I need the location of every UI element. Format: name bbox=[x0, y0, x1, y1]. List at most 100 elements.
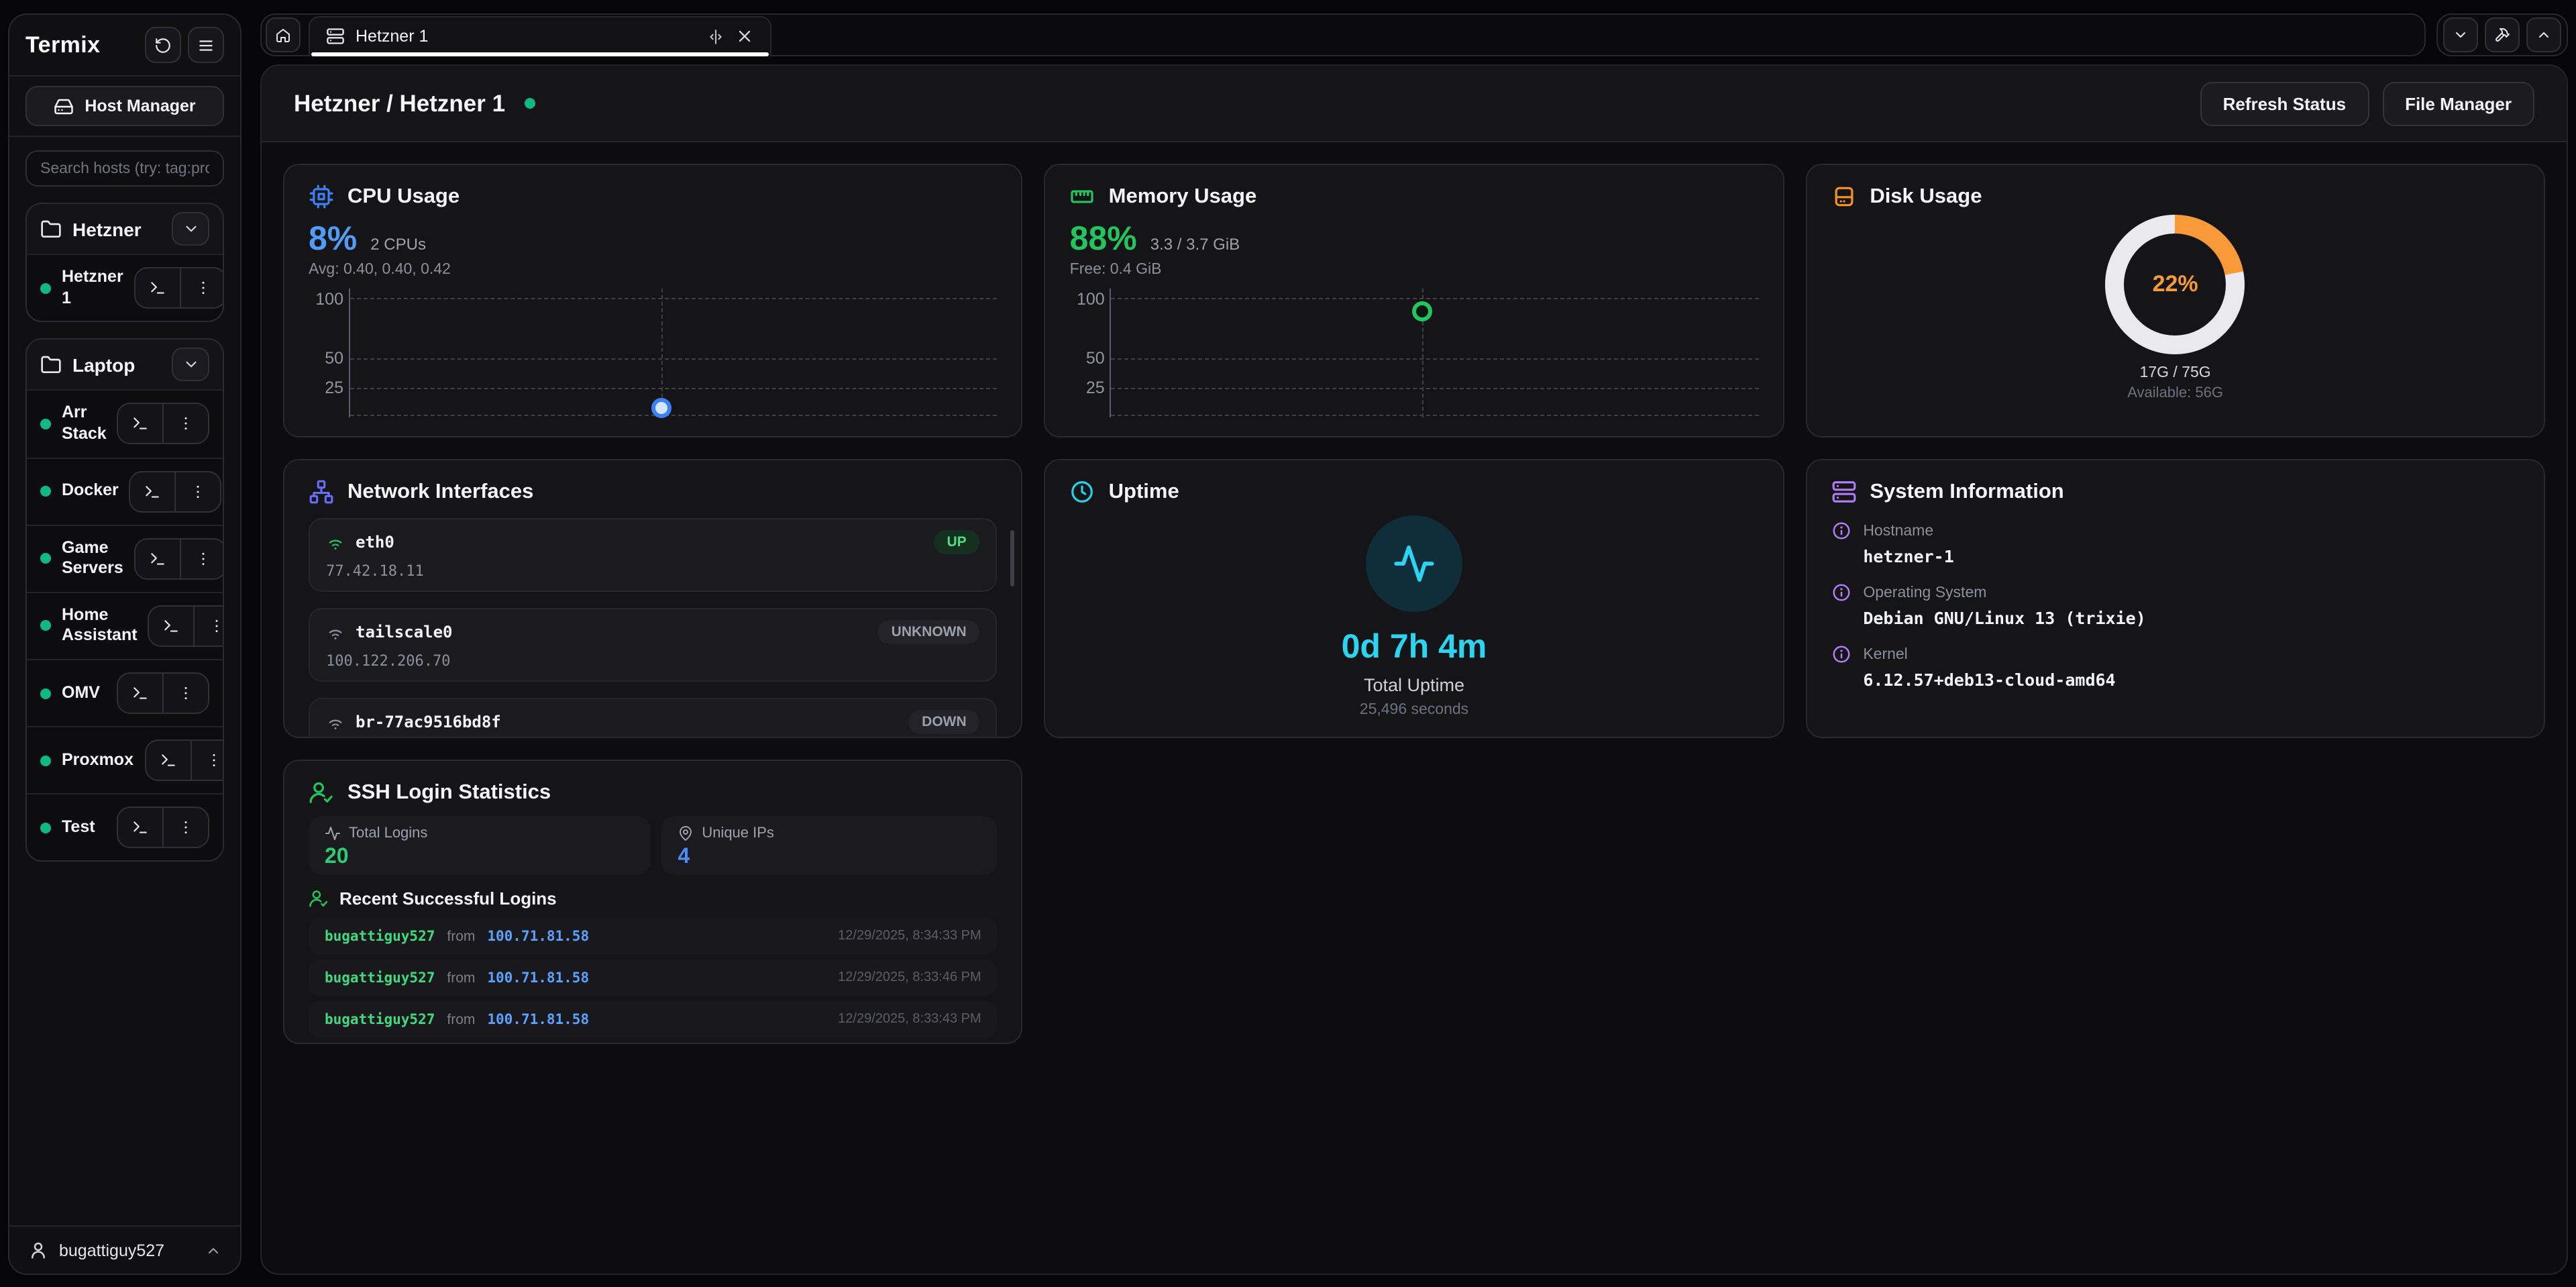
login-user: bugattiguy527 bbox=[325, 1011, 435, 1027]
host-terminal-button[interactable] bbox=[119, 405, 163, 444]
group-collapse-button[interactable] bbox=[172, 348, 209, 382]
cpu-icon bbox=[309, 184, 334, 209]
gridline bbox=[1112, 415, 1759, 416]
breadcrumb: Hetzner / Hetzner 1 bbox=[294, 89, 505, 117]
y-tick: 50 bbox=[325, 349, 343, 368]
sysinfo-value: Debian GNU/Linux 13 (trixie) bbox=[1863, 608, 2520, 628]
host-row[interactable]: Docker bbox=[27, 457, 223, 524]
host-actions bbox=[117, 807, 209, 848]
search-input[interactable] bbox=[25, 150, 224, 187]
interface-ip: 77.42.18.11 bbox=[326, 562, 980, 580]
group-name: Laptop bbox=[72, 354, 161, 376]
user-menu[interactable]: bugattiguy527 bbox=[9, 1225, 240, 1274]
login-from-label: from bbox=[447, 970, 475, 986]
host-actions bbox=[148, 605, 224, 647]
uptime-label: Total Uptime bbox=[1364, 675, 1464, 695]
wifi-icon bbox=[326, 623, 345, 641]
group-header[interactable]: Laptop bbox=[27, 340, 223, 390]
host-menu-button[interactable] bbox=[164, 674, 208, 713]
interface-row[interactable]: br-77ac9516bd8f DOWN 172.22.0.1 bbox=[309, 698, 998, 738]
host-name: Docker bbox=[62, 480, 119, 501]
host-terminal-button[interactable] bbox=[118, 808, 162, 847]
activity-icon bbox=[1393, 542, 1436, 585]
host-terminal-button[interactable] bbox=[136, 539, 180, 578]
interface-name: br-77ac9516bd8f bbox=[356, 713, 898, 731]
split-pane-button[interactable] bbox=[707, 28, 724, 45]
host-row[interactable]: Hetzner 1 bbox=[27, 254, 223, 321]
host-terminal-button[interactable] bbox=[150, 607, 194, 646]
uptime-value: 0d 7h 4m bbox=[1342, 628, 1487, 667]
terminal-icon bbox=[131, 819, 149, 836]
terminal-icon bbox=[149, 550, 166, 567]
login-from-label: from bbox=[447, 1011, 475, 1027]
login-user: bugattiguy527 bbox=[325, 928, 435, 944]
host-menu-button[interactable] bbox=[191, 741, 224, 780]
login-ip: 100.71.81.58 bbox=[487, 1011, 589, 1027]
host-terminal-button[interactable] bbox=[146, 741, 190, 780]
host-menu-button[interactable] bbox=[181, 539, 224, 578]
interface-ip: 100.122.206.70 bbox=[326, 652, 980, 670]
sidebar: Termix Host Manager Hetzner bbox=[8, 13, 241, 1275]
chevron-down-icon bbox=[2453, 25, 2469, 44]
server-icon bbox=[326, 27, 345, 46]
host-row[interactable]: Arr Stack bbox=[27, 390, 223, 458]
group-header[interactable]: Hetzner bbox=[27, 204, 223, 254]
host-row[interactable]: Game Servers bbox=[27, 524, 223, 592]
login-ip: 100.71.81.58 bbox=[487, 928, 589, 944]
host-menu-button[interactable] bbox=[195, 607, 224, 646]
tab-hetzner-1[interactable]: Hetzner 1 bbox=[309, 15, 771, 56]
memory-usage-card: Memory Usage 88% 3.3 / 3.7 GiB Free: 0.4… bbox=[1044, 164, 1784, 437]
host-group-hetzner: Hetzner Hetzner 1 bbox=[25, 203, 224, 323]
gridline bbox=[1112, 388, 1759, 389]
scrollbar-thumb[interactable] bbox=[1011, 530, 1015, 586]
stat-label: Unique IPs bbox=[702, 825, 774, 841]
host-terminal-button[interactable] bbox=[118, 674, 162, 713]
uptime-card: Uptime 0d 7h 4m Total Uptime 25,496 seco… bbox=[1044, 459, 1784, 738]
sysinfo-value: hetzner-1 bbox=[1863, 546, 2520, 566]
host-row[interactable]: OMV bbox=[27, 659, 223, 726]
host-name: Home Assistant bbox=[62, 605, 138, 648]
host-menu-button[interactable] bbox=[164, 808, 208, 847]
card-title: CPU Usage bbox=[347, 185, 460, 209]
tools-button[interactable] bbox=[2485, 17, 2520, 52]
host-manager-button[interactable]: Host Manager bbox=[25, 86, 224, 126]
username: bugattiguy527 bbox=[59, 1241, 195, 1259]
login-row: bugattiguy527 from 100.71.81.58 12/29/20… bbox=[309, 918, 998, 954]
status-badge: UP bbox=[933, 530, 979, 554]
interface-row[interactable]: eth0 UP 77.42.18.11 bbox=[309, 518, 998, 592]
host-row[interactable]: Home Assistant bbox=[27, 592, 223, 660]
login-from-label: from bbox=[447, 928, 475, 944]
host-menu-button[interactable] bbox=[176, 472, 221, 511]
host-terminal-button[interactable] bbox=[131, 472, 175, 511]
file-manager-button[interactable]: File Manager bbox=[2382, 81, 2534, 125]
split-icon bbox=[707, 28, 724, 45]
host-row[interactable]: Test bbox=[27, 793, 223, 860]
host-menu-button[interactable] bbox=[164, 405, 209, 444]
more-vertical-icon bbox=[205, 752, 222, 769]
interface-row[interactable]: tailscale0 UNKNOWN 100.122.206.70 bbox=[309, 608, 998, 682]
tab-close-button[interactable] bbox=[735, 27, 754, 46]
uptime-seconds: 25,496 seconds bbox=[1360, 702, 1468, 718]
terminal-icon bbox=[163, 617, 180, 635]
disk-percent: 22% bbox=[2153, 271, 2198, 298]
home-button[interactable] bbox=[266, 17, 301, 52]
sidebar-menu-button[interactable] bbox=[188, 27, 224, 63]
chevron-down-icon bbox=[182, 220, 199, 238]
host-status-dot bbox=[40, 553, 51, 564]
terminal-icon bbox=[149, 279, 166, 297]
expand-button[interactable] bbox=[2526, 17, 2561, 52]
host-actions bbox=[134, 537, 224, 579]
refresh-hosts-button[interactable] bbox=[145, 27, 181, 63]
y-tick: 100 bbox=[315, 289, 343, 308]
host-menu-button[interactable] bbox=[181, 268, 224, 307]
collapse-button[interactable] bbox=[2443, 17, 2478, 52]
close-icon bbox=[735, 27, 754, 46]
host-row[interactable]: Proxmox bbox=[27, 726, 223, 793]
host-terminal-button[interactable] bbox=[136, 268, 180, 307]
host-name: Test bbox=[62, 817, 106, 837]
search-section bbox=[9, 137, 240, 192]
status-badge: UNKNOWN bbox=[878, 620, 980, 644]
group-collapse-button[interactable] bbox=[172, 212, 209, 246]
user-check-icon bbox=[309, 888, 329, 909]
refresh-status-button[interactable]: Refresh Status bbox=[2200, 81, 2369, 125]
